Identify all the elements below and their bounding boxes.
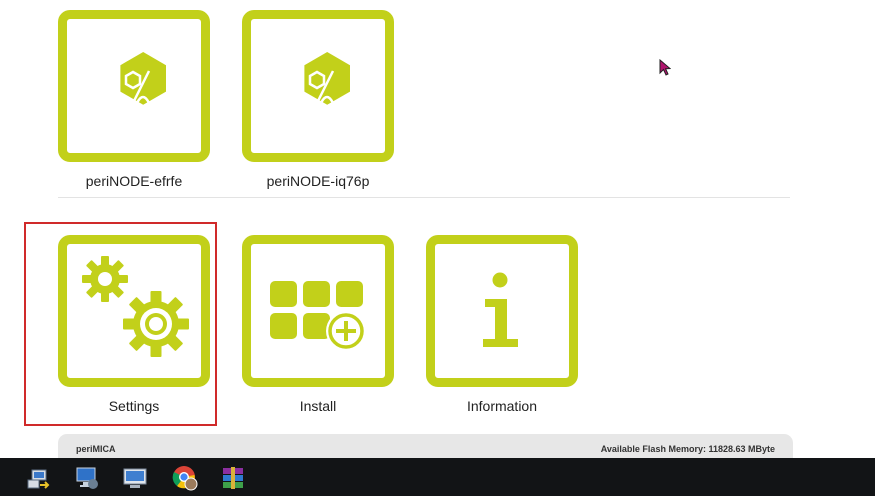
- settings-tile[interactable]: [58, 235, 210, 387]
- node-tile-efrfe[interactable]: [58, 10, 210, 162]
- remote-desktop-icon[interactable]: [74, 465, 100, 491]
- gears-icon: [82, 256, 189, 357]
- flash-memory-status: Available Flash Memory: 11828.63 MByte: [600, 444, 775, 454]
- app-grid-plus-icon: [270, 281, 366, 351]
- perinode-hexagon-icon: [304, 52, 350, 111]
- mouse-cursor-icon: [659, 59, 671, 76]
- node-label-iq76p: periNODE-iq76p: [266, 173, 370, 189]
- install-label: Install: [299, 398, 337, 414]
- node-tile-iq76p[interactable]: [242, 10, 394, 162]
- install-tile[interactable]: [242, 235, 394, 387]
- information-tile[interactable]: [426, 235, 578, 387]
- taskbar: [0, 458, 875, 496]
- node-label-efrfe: periNODE-efrfe: [85, 173, 183, 189]
- product-name: periMICA: [76, 444, 116, 454]
- info-icon: [483, 272, 518, 347]
- winrar-icon[interactable]: [220, 465, 246, 491]
- computer-icon[interactable]: [122, 465, 148, 491]
- network-transfer-icon[interactable]: [26, 465, 52, 491]
- section-divider: [58, 197, 790, 198]
- main-page: periNODE-efrfe periNODE-iq76p Settings I…: [0, 0, 875, 464]
- information-label: Information: [466, 398, 538, 414]
- settings-label: Settings: [108, 398, 160, 414]
- perinode-hexagon-icon: [120, 52, 166, 111]
- chrome-icon[interactable]: [172, 465, 198, 491]
